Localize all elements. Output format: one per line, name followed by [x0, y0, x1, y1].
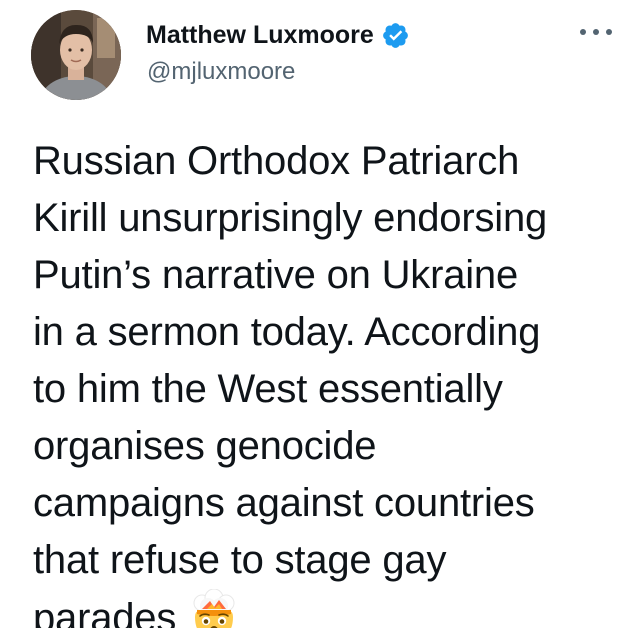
tweet-text-line: Kirill unsurprisingly endorsing [33, 196, 548, 240]
exploding-head-emoji [188, 588, 240, 628]
tweet-text-line: to him the West essentially [33, 367, 503, 411]
tweet-text-line: organises genocide [33, 424, 377, 468]
more-dot [606, 29, 612, 35]
tweet-text-line: that refuse to stage gay [33, 538, 447, 582]
tweet-text-line: Putin’s narrative on Ukraine [33, 253, 519, 297]
tweet-text-line: Russian Orthodox Patriarch [33, 139, 520, 183]
tweet-text-line: parades [33, 596, 177, 628]
author-handle[interactable]: @mjluxmoore [147, 58, 295, 86]
tweet-text: Russian Orthodox Patriarch Kirill unsurp… [33, 133, 618, 628]
author-display-name[interactable]: Matthew Luxmoore [146, 21, 374, 50]
more-dot [580, 29, 586, 35]
profile-photo [31, 10, 121, 100]
author-name-row[interactable]: Matthew Luxmoore [146, 18, 410, 52]
tweet-card: Matthew Luxmoore @mjluxmoore Russian Ort… [0, 0, 640, 628]
verified-badge-icon [381, 21, 410, 50]
avatar[interactable] [31, 10, 121, 100]
tweet-text-line: in a sermon today. According [33, 310, 541, 354]
more-options-icon[interactable] [580, 18, 612, 46]
tweet-text-last-line: parades [33, 588, 618, 628]
more-dot [593, 29, 599, 35]
tweet-text-line: campaigns against countries [33, 481, 535, 525]
